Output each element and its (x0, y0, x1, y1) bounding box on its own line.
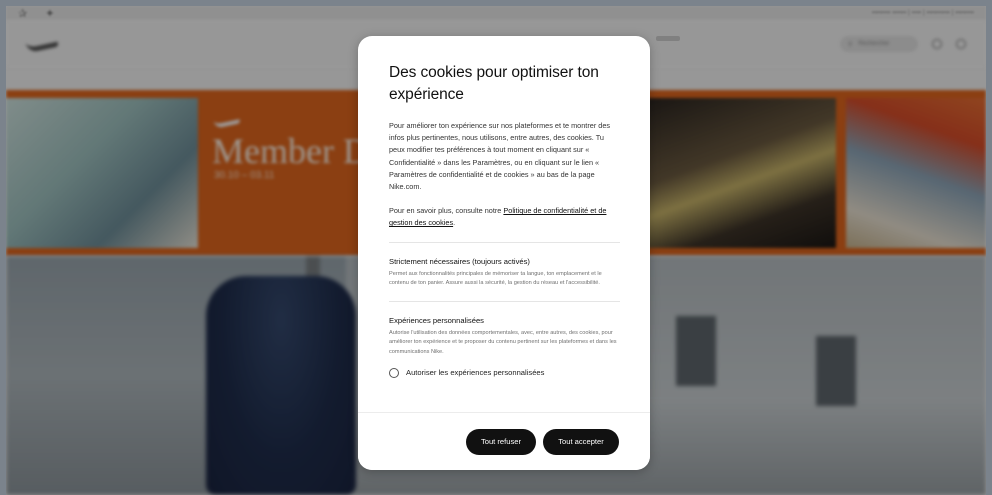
more-info-prefix: Pour en savoir plus, consulte notre (389, 206, 504, 216)
personalized-experiences-label: Autoriser les expériences personnalisées (406, 368, 545, 378)
personalized-experiences-radio[interactable] (389, 367, 399, 378)
divider (389, 241, 620, 243)
dialog-intro-text: Pour améliorer ton expérience sur nos pl… (389, 121, 611, 192)
accept-all-button[interactable]: Tout accepter (543, 428, 619, 455)
section-personalized-description: Autorise l'utilisation des données compo… (389, 329, 617, 355)
dialog-footer: Tout refuser Tout accepter (358, 412, 650, 470)
cookie-consent-dialog: Des cookies pour optimiser ton expérienc… (358, 36, 650, 470)
refuse-all-button[interactable]: Tout refuser (466, 428, 536, 455)
section-necessary-title: Strictement nécessaires (toujours activé… (389, 256, 530, 266)
section-necessary: Strictement nécessaires (toujours activé… (389, 257, 620, 289)
dialog-more-info: Pour en savoir plus, consulte notre Poli… (389, 205, 620, 229)
section-personalized-title: Expériences personnalisées (389, 315, 484, 325)
personalized-experiences-option[interactable]: Autoriser les expériences personnalisées (389, 367, 620, 378)
dialog-scroll-area[interactable]: Des cookies pour optimiser ton expérienc… (358, 36, 650, 412)
section-personalized: Expériences personnalisées Autorise l'ut… (389, 316, 620, 378)
dialog-title: Des cookies pour optimiser ton expérienc… (389, 64, 599, 103)
more-info-suffix: . (453, 218, 456, 228)
divider (389, 300, 620, 302)
section-necessary-description: Permet aux fonctionnalités principales d… (389, 270, 602, 287)
